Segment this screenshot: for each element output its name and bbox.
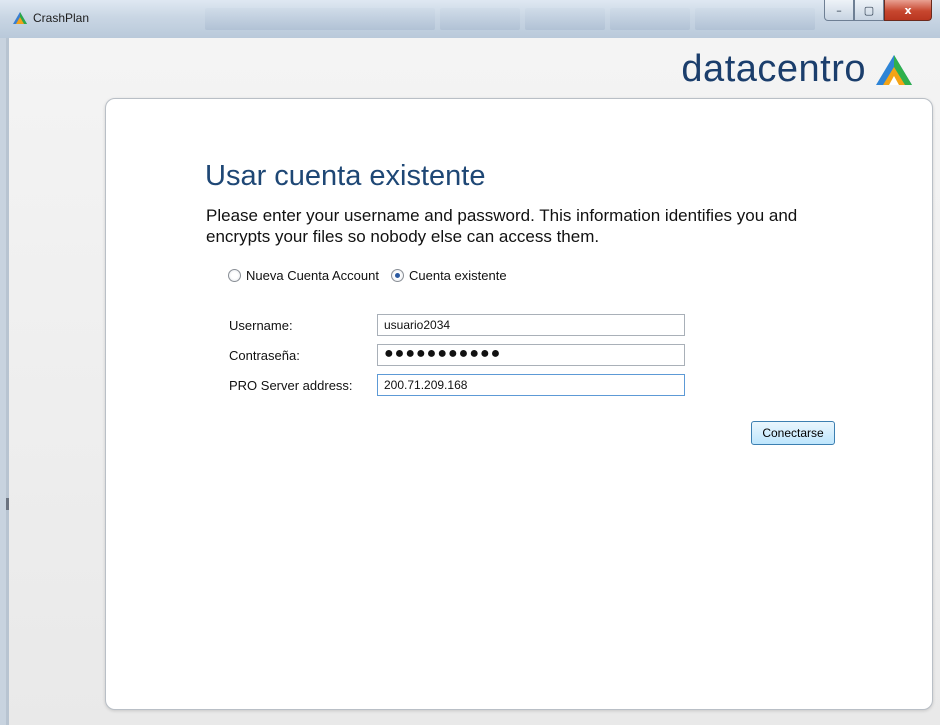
instructions-text: Please enter your username and password.…: [206, 206, 798, 246]
radio-label: Cuenta existente: [408, 268, 507, 283]
password-field[interactable]: ●●●●●●●●●●●: [377, 344, 685, 366]
background-taskbar-blur: [525, 8, 605, 30]
background-taskbar-blur: [695, 8, 815, 30]
server-address-label: PRO Server address:: [229, 378, 353, 393]
background-taskbar-blur: [610, 8, 690, 30]
resize-handle[interactable]: [6, 498, 9, 510]
brand-name: datacentro: [681, 48, 866, 90]
username-label: Username:: [229, 318, 293, 333]
minimize-button[interactable]: –: [824, 0, 854, 21]
account-type-group: Nueva Cuenta Account Cuenta existente: [228, 268, 519, 283]
username-field[interactable]: usuario2034: [377, 314, 685, 336]
maximize-button[interactable]: ▢: [854, 0, 884, 21]
close-button[interactable]: x: [884, 0, 932, 21]
background-taskbar-blur: [205, 8, 435, 30]
radio-existing-account[interactable]: Cuenta existente: [390, 268, 507, 283]
window-left-border: [6, 38, 9, 725]
window-controls: – ▢ x: [824, 0, 932, 22]
password-label: Contraseña:: [229, 348, 300, 363]
background-taskbar-blur: [440, 8, 520, 30]
window-titlebar: CrashPlan – ▢ x: [0, 0, 940, 39]
server-address-field[interactable]: 200.71.209.168: [377, 374, 685, 396]
window-title: CrashPlan: [33, 11, 90, 25]
brand-header: datacentro: [681, 48, 914, 91]
radio-new-account[interactable]: Nueva Cuenta Account: [228, 268, 379, 283]
crashplan-logo-icon: [13, 12, 27, 24]
datacentro-logo-icon: [876, 54, 912, 85]
radio-label: Nueva Cuenta Account: [246, 268, 379, 283]
radio-button[interactable]: [390, 269, 404, 282]
page-title: Usar cuenta existente: [205, 160, 486, 192]
radio-button[interactable]: [228, 269, 241, 282]
connect-button[interactable]: Conectarse: [751, 421, 835, 445]
